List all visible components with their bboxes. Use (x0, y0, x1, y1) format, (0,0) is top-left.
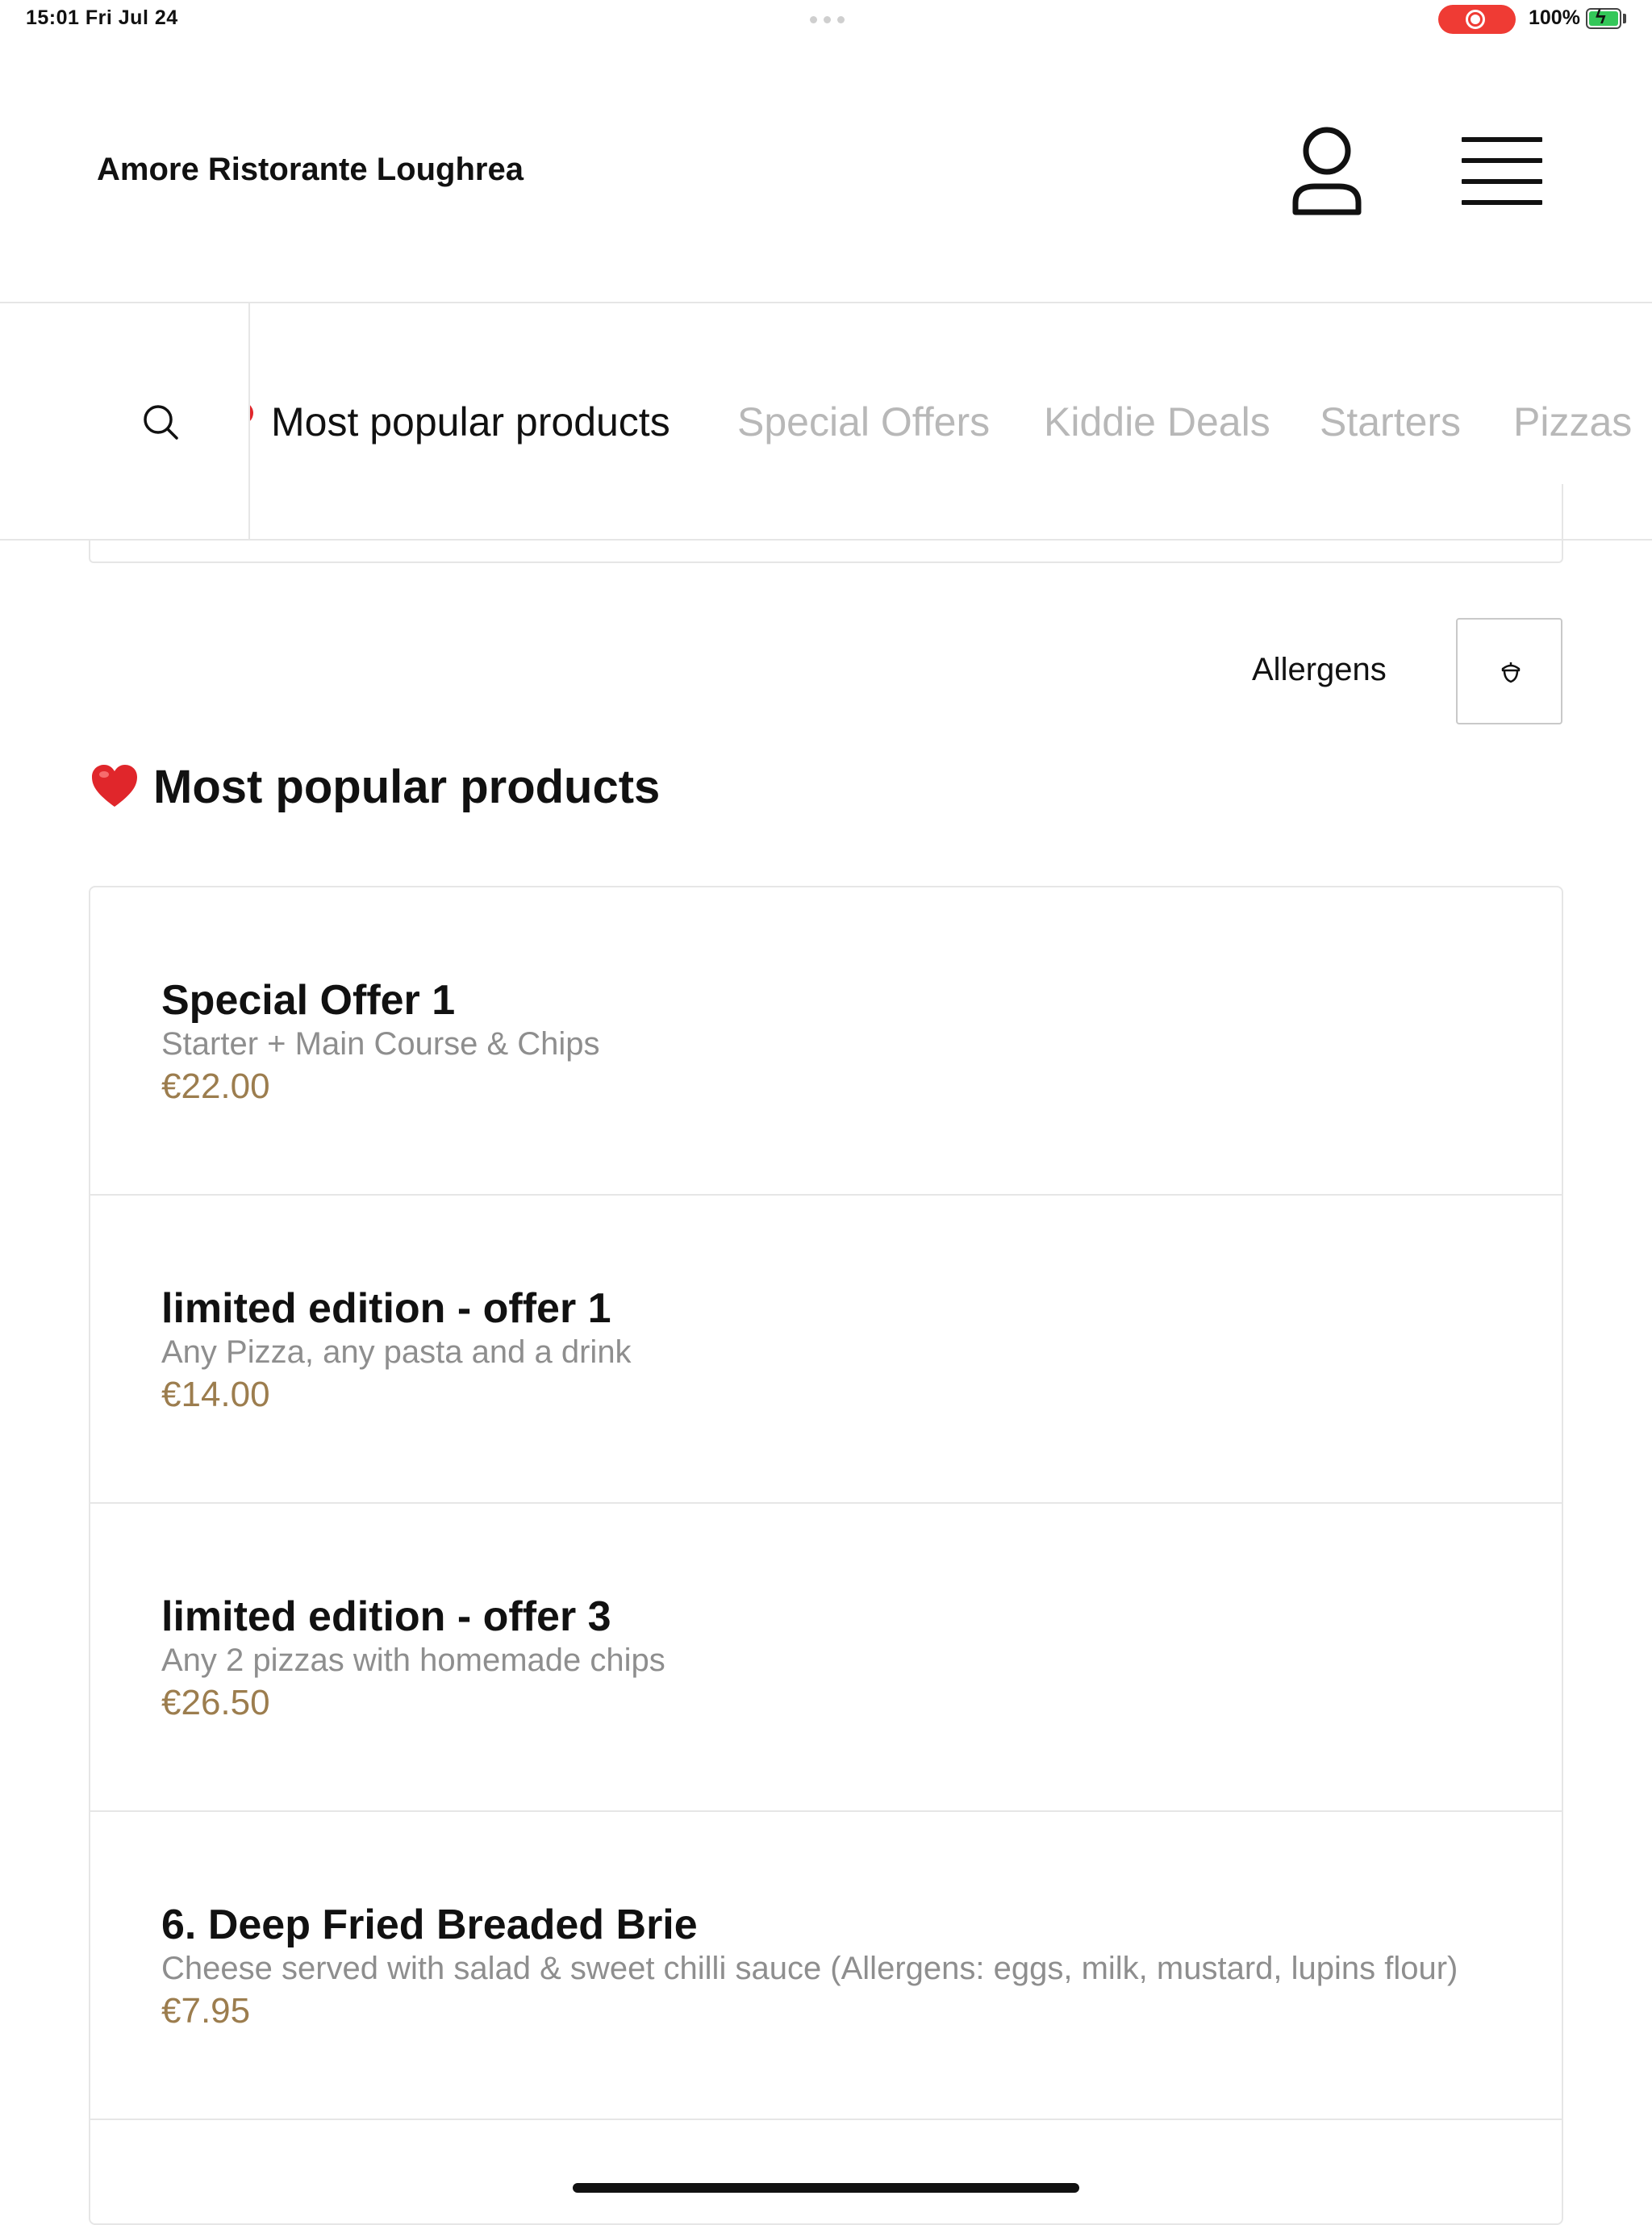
tab-pizzas[interactable]: Pizzas (1513, 399, 1632, 445)
product-description: Any 2 pizzas with homemade chips (161, 1643, 665, 1678)
restaurant-name[interactable]: Amore Ristorante Loughrea (97, 152, 524, 188)
search-button[interactable] (0, 303, 250, 539)
product-item[interactable]: limited edition - offer 1 Any Pizza, any… (90, 1196, 1562, 1504)
tab-most-popular[interactable]: Most popular products (271, 399, 670, 445)
tab-kiddie-deals[interactable]: Kiddie Deals (1044, 399, 1270, 445)
product-item[interactable]: limited edition - offer 3 Any 2 pizzas w… (90, 1504, 1562, 1812)
product-price: €14.00 (161, 1375, 270, 1414)
card-edge (89, 484, 1563, 563)
product-description: Cheese served with salad & sweet chilli … (161, 1951, 1458, 1986)
account-icon[interactable] (1291, 125, 1363, 218)
battery-percent: 100% (1529, 6, 1580, 29)
battery-cap (1623, 14, 1626, 23)
product-item[interactable]: 6. Deep Fried Breaded Brie Cheese served… (90, 1812, 1562, 2120)
section-title: Most popular products (153, 761, 661, 813)
product-list: Special Offer 1 Starter + Main Course & … (89, 886, 1563, 2225)
product-description: Starter + Main Course & Chips (161, 1026, 600, 1062)
battery-icon: ϟ (1586, 7, 1621, 29)
product-description: Any Pizza, any pasta and a drink (161, 1334, 632, 1370)
product-name: limited edition - offer 1 (161, 1285, 611, 1332)
acorn-icon (1501, 662, 1521, 683)
tab-special-offers[interactable]: Special Offers (737, 399, 990, 445)
product-name: limited edition - offer 3 (161, 1593, 611, 1640)
product-price: €26.50 (161, 1683, 270, 1722)
product-price: €22.00 (161, 1067, 270, 1106)
product-name: 6. Deep Fried Breaded Brie (161, 1901, 698, 1948)
search-icon (144, 405, 178, 440)
hamburger-menu-icon[interactable] (1462, 137, 1542, 206)
product-name: Special Offer 1 (161, 977, 456, 1024)
screen-recording-indicator[interactable] (1438, 5, 1516, 34)
tab-starters[interactable]: Starters (1320, 399, 1461, 445)
allergens-filter-button[interactable] (1456, 618, 1562, 724)
allergens-label: Allergens (1252, 652, 1387, 687)
product-price: €7.95 (161, 1991, 251, 2031)
home-indicator[interactable] (573, 2183, 1079, 2193)
status-time-date: 15:01 Fri Jul 24 (26, 6, 178, 29)
product-item[interactable]: Special Offer 1 Starter + Main Course & … (90, 887, 1562, 1196)
multitasking-dots[interactable] (810, 16, 845, 23)
heart-icon (90, 763, 139, 808)
